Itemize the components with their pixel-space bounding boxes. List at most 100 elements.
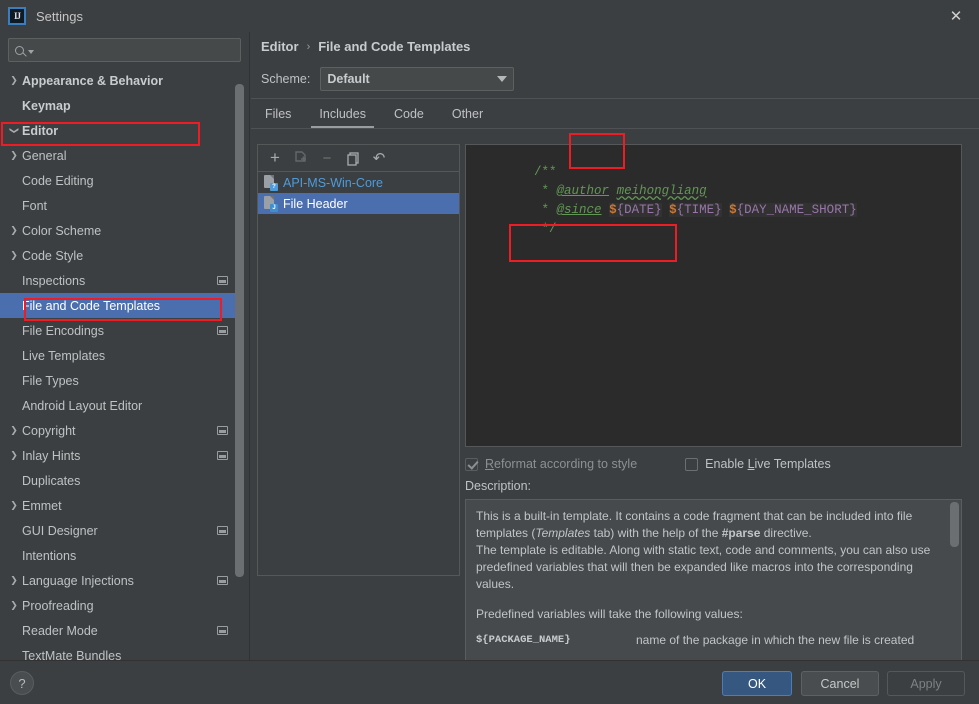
breadcrumb-separator-icon: ›: [306, 40, 311, 53]
list-item[interactable]: ? API-MS-Win-Core: [258, 172, 459, 193]
copy-template-icon: [290, 147, 312, 169]
sidebar-item-file-types[interactable]: File Types: [0, 368, 236, 393]
chevron-right-icon[interactable]: ❯: [6, 600, 22, 611]
breadcrumb-current: File and Code Templates: [318, 39, 471, 54]
template-var-sigil: $: [669, 203, 677, 217]
sidebar-item-label: Editor: [22, 123, 59, 138]
sidebar-item-label: Reader Mode: [22, 623, 98, 638]
duplicate-icon[interactable]: [342, 147, 364, 169]
sidebar-item-inlay-hints[interactable]: ❯ Inlay Hints: [0, 443, 236, 468]
sidebar-item-label: GUI Designer: [22, 523, 98, 538]
sidebar-item-label: Duplicates: [22, 473, 81, 488]
sidebar-item-inspections[interactable]: Inspections: [0, 268, 236, 293]
tab-includes[interactable]: Includes: [305, 99, 380, 129]
sidebar-item-font[interactable]: Font: [0, 193, 236, 218]
ok-button[interactable]: OK: [722, 671, 792, 696]
template-code-editor[interactable]: /** * @author meihongliang * @since ${DA…: [465, 144, 962, 447]
chevron-down-icon[interactable]: ❯: [9, 123, 20, 139]
sidebar-item-keymap[interactable]: Keymap: [0, 93, 236, 118]
sidebar-item-label: Color Scheme: [22, 223, 102, 238]
template-list-panel: + − ↶ ? API-MS-Win-Core J File Header: [257, 144, 460, 576]
search-dropdown-icon[interactable]: [28, 50, 34, 54]
sidebar-item-code-editing[interactable]: Code Editing: [0, 168, 236, 193]
settings-tree: ❯ Appearance & Behavior Keymap ❯ Editor ❯ Gene…: [0, 68, 236, 660]
chevron-right-icon[interactable]: ❯: [6, 425, 22, 436]
sidebar-item-live-templates[interactable]: Live Templates: [0, 343, 236, 368]
template-java-icon: J: [264, 196, 278, 212]
code-comment-open: /**: [534, 165, 557, 179]
reset-icon[interactable]: ↶: [368, 147, 390, 169]
chevron-right-icon[interactable]: ❯: [6, 575, 22, 586]
javadoc-author-tag: @author: [556, 184, 610, 198]
chevron-right-icon[interactable]: ❯: [6, 500, 22, 511]
code-star-prefix-1: *: [534, 184, 557, 198]
sidebar-item-label: Copyright: [22, 423, 76, 438]
tab-other[interactable]: Other: [438, 99, 497, 129]
chevron-right-icon[interactable]: ❯: [6, 450, 22, 461]
sidebar-item-color-scheme[interactable]: ❯ Color Scheme: [0, 218, 236, 243]
close-icon[interactable]: ✕: [933, 0, 979, 32]
tabs-divider: [251, 128, 979, 129]
plus-icon[interactable]: +: [264, 147, 286, 169]
checkbox-enable-live-templates[interactable]: Enable Live Templates: [685, 457, 831, 471]
help-button[interactable]: ?: [10, 671, 34, 695]
sidebar-item-general[interactable]: ❯ General: [0, 143, 236, 168]
project-scope-icon: [217, 576, 228, 585]
sidebar-item-label: Proofreading: [22, 598, 94, 613]
variable-description: name of the package in which the new fil…: [636, 633, 915, 647]
sidebar-item-label: Font: [22, 198, 48, 213]
template-list[interactable]: ? API-MS-Win-Core J File Header: [258, 172, 459, 214]
settings-tree-scroll[interactable]: ❯ Appearance & Behavior Keymap ❯ Editor ❯ Gene…: [0, 68, 250, 660]
scheme-label: Scheme:: [261, 72, 311, 86]
template-name: File Header: [283, 196, 348, 211]
search-box[interactable]: [8, 38, 241, 62]
sidebar-item-file-and-code-templates[interactable]: File and Code Templates: [0, 293, 236, 318]
code-line-1: /**: [474, 151, 953, 179]
sidebar-item-code-style[interactable]: ❯ Code Style: [0, 243, 236, 268]
code-star-prefix-2: *: [534, 203, 557, 217]
chevron-right-icon[interactable]: ❯: [6, 225, 22, 236]
chevron-right-icon[interactable]: ❯: [6, 250, 22, 261]
sidebar-item-language-injections[interactable]: ❯ Language Injections: [0, 568, 236, 593]
sidebar-item-label: Keymap: [22, 98, 71, 113]
chevron-right-icon[interactable]: ❯: [6, 150, 22, 161]
sidebar-item-appearance-behavior[interactable]: ❯ Appearance & Behavior: [0, 68, 236, 93]
chevron-right-icon[interactable]: ❯: [6, 75, 22, 86]
description-box[interactable]: This is a built-in template. It contains…: [465, 499, 962, 685]
sidebar-item-android-layout-editor[interactable]: Android Layout Editor: [0, 393, 236, 418]
tab-label: Code: [393, 107, 424, 121]
sidebar-item-gui-designer[interactable]: GUI Designer: [0, 518, 236, 543]
list-item[interactable]: J File Header: [258, 193, 459, 214]
sidebar-scrollbar-thumb[interactable]: [235, 84, 244, 577]
tab-files[interactable]: Files: [251, 99, 305, 129]
project-scope-icon: [217, 426, 228, 435]
checkbox-box[interactable]: [685, 457, 699, 471]
project-scope-icon: [217, 526, 228, 535]
tab-code[interactable]: Code: [380, 99, 438, 129]
sidebar-item-copyright[interactable]: ❯ Copyright: [0, 418, 236, 443]
sidebar-item-emmet[interactable]: ❯ Emmet: [0, 493, 236, 518]
sidebar-item-file-encodings[interactable]: File Encodings: [0, 318, 236, 343]
sidebar-item-duplicates[interactable]: Duplicates: [0, 468, 236, 493]
sidebar-item-reader-mode[interactable]: Reader Mode: [0, 618, 236, 643]
scheme-select[interactable]: Default: [320, 67, 515, 91]
sidebar-item-label: Emmet: [22, 498, 62, 513]
template-var-name: {TIME}: [676, 203, 722, 217]
sidebar-item-proofreading[interactable]: ❯ Proofreading: [0, 593, 236, 618]
description-scrollbar-thumb[interactable]: [950, 502, 959, 547]
search-input[interactable]: [38, 43, 234, 57]
template-var-name: {DAY_NAME_SHORT}: [736, 203, 857, 217]
checkbox-box: [465, 457, 478, 471]
sidebar-item-label: Code Editing: [22, 173, 94, 188]
settings-dialog: IJ Settings ✕ ❯ Appearance & Behavior Keym…: [0, 0, 979, 704]
scheme-value: Default: [327, 72, 370, 86]
sidebar-item-editor[interactable]: ❯ Editor: [0, 118, 236, 143]
template-name: API-MS-Win-Core: [283, 175, 384, 190]
breadcrumb-parent[interactable]: Editor: [261, 39, 299, 54]
template-unknown-icon: ?: [264, 175, 278, 191]
cancel-button[interactable]: Cancel: [801, 671, 879, 696]
template-list-toolbar: + − ↶: [258, 145, 459, 172]
sidebar-item-intentions[interactable]: Intentions: [0, 543, 236, 568]
sidebar-item-textmate-bundles[interactable]: TextMate Bundles: [0, 643, 236, 661]
